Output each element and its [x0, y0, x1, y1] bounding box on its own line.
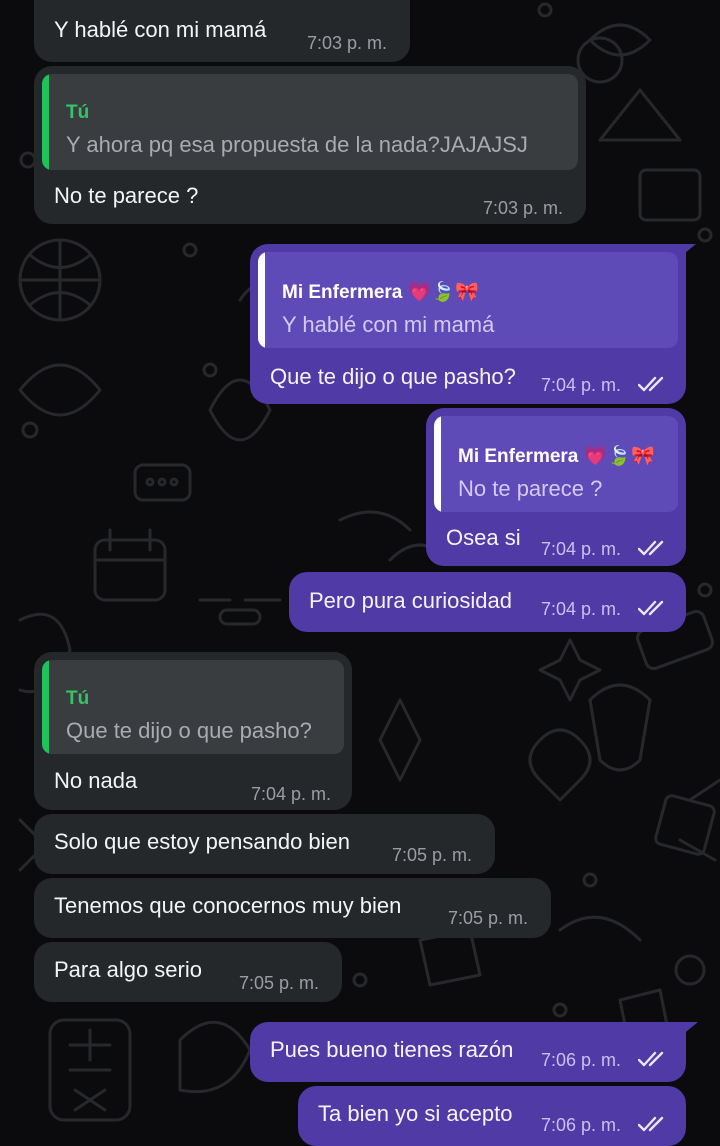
message-time: 7:03 p. m. — [307, 33, 388, 53]
message-text: Para algo serio — [54, 957, 202, 982]
quote-accent-bar — [42, 660, 49, 754]
quote-text: Que te dijo o que pasho? — [66, 718, 312, 743]
incoming-message[interactable]: Tenemos que conocernos muy bien 7:05 p. … — [34, 878, 551, 938]
message-text: Y hablé con mi mamá — [54, 17, 267, 42]
quoted-reply[interactable]: Mi Enfermera 💗🍃🎀 Y hablé con mi mamá — [258, 252, 678, 348]
quote-author: Tú — [66, 688, 90, 709]
quoted-reply[interactable]: Tú Que te dijo o que pasho? — [42, 660, 344, 754]
incoming-message[interactable]: Tú Que te dijo o que pasho? No nada 7:04… — [34, 652, 352, 810]
quote-text: Y ahora pq esa propuesta de la nada?JAJA… — [66, 132, 528, 157]
outgoing-message[interactable]: Pues bueno tienes razón 7:06 p. m. — [250, 1022, 686, 1082]
incoming-message[interactable]: Tú Y ahora pq esa propuesta de la nada?J… — [34, 66, 586, 224]
double-check-icon — [638, 600, 664, 616]
message-time: 7:04 p. m. — [541, 375, 622, 395]
outgoing-message[interactable]: Pero pura curiosidad 7:04 p. m. — [289, 572, 686, 632]
message-time: 7:03 p. m. — [483, 198, 564, 218]
message-text: Pero pura curiosidad — [309, 588, 513, 613]
message-time: 7:05 p. m. — [239, 973, 320, 993]
double-check-icon — [638, 376, 664, 392]
quote-text: Y hablé con mi mamá — [282, 312, 495, 337]
incoming-message[interactable]: Solo que estoy pensando bien 7:05 p. m. — [34, 814, 495, 874]
double-check-icon — [638, 540, 664, 556]
outgoing-message[interactable]: Mi Enfermera 💗🍃🎀 Y hablé con mi mamá Que… — [250, 244, 686, 404]
double-check-icon — [638, 1051, 664, 1067]
quote-text: No te parece ? — [458, 476, 603, 501]
message-text: Solo que estoy pensando bien — [54, 829, 351, 854]
message-time: 7:05 p. m. — [392, 845, 473, 865]
message-time: 7:06 p. m. — [541, 1115, 622, 1135]
incoming-message[interactable]: Para algo serio 7:05 p. m. — [34, 942, 342, 1002]
quote-accent-bar — [42, 74, 49, 170]
quote-author: Tú — [66, 102, 90, 123]
quote-accent-bar — [258, 252, 265, 348]
message-text: No te parece ? — [54, 183, 199, 208]
message-time: 7:04 p. m. — [251, 784, 332, 804]
quote-accent-bar — [434, 416, 441, 512]
message-text: Tenemos que conocernos muy bien — [54, 893, 402, 918]
quoted-reply[interactable]: Mi Enfermera 💗🍃🎀 No te parece ? — [434, 416, 678, 512]
quote-author: Mi Enfermera 💗🍃🎀 — [282, 282, 479, 303]
message-text: No nada — [54, 768, 138, 793]
outgoing-message[interactable]: Mi Enfermera 💗🍃🎀 No te parece ? Osea si … — [426, 408, 686, 566]
message-text: Que te dijo o que pasho? — [270, 364, 516, 389]
message-time: 7:06 p. m. — [541, 1050, 622, 1070]
message-time: 7:04 p. m. — [541, 539, 622, 559]
message-text: Pues bueno tienes razón — [270, 1037, 514, 1062]
message-time: 7:05 p. m. — [448, 908, 529, 928]
message-text: Osea si — [446, 525, 521, 550]
double-check-icon — [638, 1116, 664, 1132]
chat-thread[interactable]: Y hablé con mi mamá 7:03 p. m. Tú Y ahor… — [0, 0, 720, 1146]
outgoing-message[interactable]: Ta bien yo si acepto 7:06 p. m. — [298, 1086, 686, 1146]
incoming-message[interactable]: Y hablé con mi mamá 7:03 p. m. — [34, 0, 410, 62]
quote-author: Mi Enfermera 💗🍃🎀 — [458, 446, 655, 467]
message-text: Ta bien yo si acepto — [318, 1101, 513, 1126]
quoted-reply[interactable]: Tú Y ahora pq esa propuesta de la nada?J… — [42, 74, 578, 170]
message-time: 7:04 p. m. — [541, 599, 622, 619]
